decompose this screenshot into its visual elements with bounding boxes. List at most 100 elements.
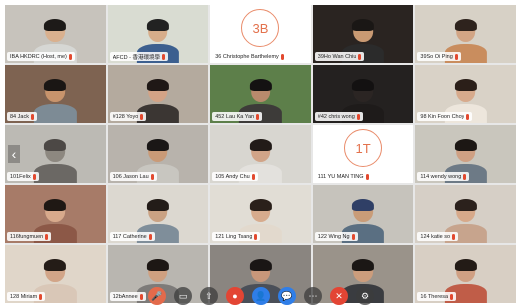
participant-tile[interactable]: 3B 36 Christophe Barthelemy — [210, 5, 311, 63]
participant-nameplate: 116fungmuen — [7, 232, 52, 241]
participant-tile[interactable]: 117 Catherine — [107, 185, 209, 243]
participant-nameplate: 124 katie so — [417, 232, 459, 241]
participant-hair — [454, 198, 477, 212]
participant-name: 39So Oi Ping — [420, 53, 453, 60]
participant-tile[interactable]: 121 Ling Tsang — [210, 185, 311, 243]
chat-icon[interactable]: 💬 — [278, 287, 296, 305]
mic-muted-icon — [365, 173, 369, 180]
participant-hair — [146, 78, 169, 92]
meeting-toolbar: 🎤 ▭ ⇧ ● 👤 💬 ⋯ ✕ ⚙ — [148, 286, 508, 306]
participant-nameplate: 98 Kin Foon Choy — [417, 112, 473, 121]
participant-tile[interactable]: 116fungmuen — [5, 185, 106, 243]
participant-tile[interactable]: 106 Jason Lau — [107, 125, 209, 183]
participant-name: 111 YU MAN TING — [317, 173, 364, 180]
avatar-initials: 3B — [241, 9, 280, 48]
participant-nameplate: IBA HKDRC (Host, me) — [7, 52, 75, 61]
mic-muted-icon — [148, 233, 152, 240]
participant-hair — [454, 258, 477, 272]
participant-nameplate: 128 Miriam — [7, 292, 46, 301]
mic-muted-icon — [251, 173, 255, 180]
participant-video — [34, 138, 77, 183]
participant-name: 36 Christophe Barthelemy — [215, 53, 279, 60]
mic-muted-icon — [463, 173, 467, 180]
participant-name: AFCD - 香港環境學 — [112, 54, 160, 61]
participant-hair — [44, 138, 67, 152]
mic-muted-icon — [39, 293, 43, 300]
video-gallery-grid: IBA HKDRC (Host, me) AFCD - 香港環境學 3B 36 Chr… — [5, 5, 516, 303]
participant-nameplate: 122 Wing Ng — [314, 232, 358, 241]
avatar-initials: 1T — [344, 129, 383, 168]
mic-muted-icon — [68, 53, 72, 60]
participant-nameplate: 36 Christophe Barthelemy — [212, 52, 287, 61]
participant-nameplate: 105 Andy Chu — [212, 172, 258, 181]
share-screen-icon[interactable]: ⇧ — [200, 287, 218, 305]
participant-tile[interactable]: 101Felix — [5, 125, 106, 183]
participant-tile[interactable]: 114 wendy wong — [415, 125, 516, 183]
mic-muted-icon — [150, 173, 154, 180]
record-icon[interactable]: ● — [226, 287, 244, 305]
participant-tile[interactable]: 84 Jack — [5, 65, 106, 123]
mic-muted-icon — [30, 113, 34, 120]
more-icon[interactable]: ⋯ — [304, 287, 322, 305]
participant-name: 122 Wing Ng — [317, 233, 350, 240]
participant-tile[interactable]: 1T 111 YU MAN TING — [312, 125, 414, 183]
participant-hair — [454, 138, 477, 152]
participant-nameplate: 39So Oi Ping — [417, 52, 461, 61]
video-icon[interactable]: ▭ — [174, 287, 192, 305]
participant-nameplate: 117 Catherine — [109, 232, 155, 241]
participant-name: IBA HKDRC (Host, me) — [10, 53, 67, 60]
participant-hair — [249, 138, 272, 152]
participant-hair — [352, 78, 375, 92]
participant-nameplate: 106 Jason Lau — [109, 172, 157, 181]
participant-name: 84 Jack — [10, 113, 29, 120]
participant-tile[interactable]: 105 Andy Chu — [210, 125, 311, 183]
participant-name: 12bAnnee — [112, 293, 138, 300]
participant-tile[interactable]: 122 Wing Ng — [312, 185, 414, 243]
settings-icon[interactable]: ⚙ — [356, 287, 374, 305]
participant-nameplate: 101Felix — [7, 172, 39, 181]
participant-hair — [146, 138, 169, 152]
participant-name: 124 katie so — [420, 233, 451, 240]
previous-page-arrow-icon[interactable]: ‹ — [8, 145, 20, 163]
participant-name: #128 Yoyo — [112, 113, 139, 120]
participant-body — [34, 164, 77, 183]
participant-hair — [146, 18, 169, 32]
participant-hair — [146, 258, 169, 272]
participant-name: #42 chris wong — [317, 113, 355, 120]
mic-muted-icon — [161, 53, 165, 60]
participant-name: 105 Andy Chu — [215, 173, 250, 180]
participant-tile[interactable]: 39Ho Wan Chiu — [312, 5, 414, 63]
end-call-icon[interactable]: ✕ — [330, 287, 348, 305]
mic-muted-icon — [45, 233, 49, 240]
participant-tile[interactable]: #42 chris wong — [312, 65, 414, 123]
mic-muted-icon — [254, 233, 258, 240]
participant-tile[interactable]: #128 Yoyo — [107, 65, 209, 123]
mic-muted-icon — [452, 233, 456, 240]
participant-tile[interactable]: 124 katie so — [415, 185, 516, 243]
participants-icon[interactable]: 👤 — [252, 287, 270, 305]
participant-nameplate: 452 Lau Ka Yan — [212, 112, 263, 121]
participant-nameplate: 114 wendy wong — [417, 172, 470, 181]
participant-name: 452 Lau Ka Yan — [215, 113, 255, 120]
mic-muted-icon — [454, 53, 458, 60]
participant-tile[interactable]: AFCD - 香港環境學 — [107, 5, 209, 63]
participant-name: 98 Kin Foon Choy — [420, 113, 465, 120]
participant-hair — [454, 18, 477, 32]
mic-muted-icon — [358, 53, 362, 60]
participant-tile[interactable]: 98 Kin Foon Choy — [415, 65, 516, 123]
participant-nameplate: AFCD - 香港環境學 — [109, 52, 168, 61]
participant-tile[interactable]: 452 Lau Ka Yan — [210, 65, 311, 123]
mic-muted-icon[interactable]: 🎤 — [148, 287, 166, 305]
participant-hair — [454, 78, 477, 92]
participant-tile[interactable]: 39So Oi Ping — [415, 5, 516, 63]
participant-hair — [249, 78, 272, 92]
participant-hair — [249, 258, 272, 272]
participant-tile[interactable]: IBA HKDRC (Host, me) — [5, 5, 106, 63]
participant-name: 116fungmuen — [10, 233, 44, 240]
mic-muted-icon — [280, 53, 284, 60]
mic-muted-icon — [256, 113, 260, 120]
participant-nameplate: 111 YU MAN TING — [314, 172, 372, 181]
participant-tile[interactable]: 128 Miriam — [5, 245, 106, 303]
participant-name: 114 wendy wong — [420, 173, 462, 180]
mic-muted-icon — [32, 173, 36, 180]
